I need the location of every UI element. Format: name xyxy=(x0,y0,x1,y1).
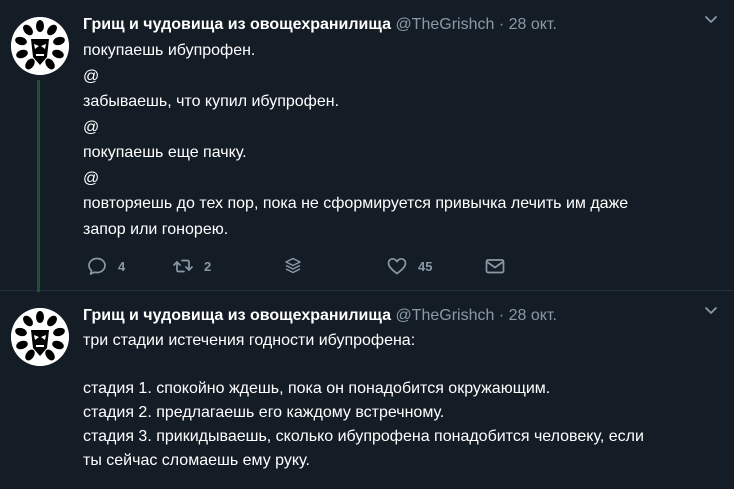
tweet-text-line: стадия 2. предлагаешь его каждому встреч… xyxy=(83,404,445,421)
tweet-text-line: покупаешь еще пачку. xyxy=(83,144,247,161)
thread-line xyxy=(37,80,40,292)
author-handle[interactable]: @TheGrishch xyxy=(395,16,494,33)
stack-icon xyxy=(282,255,304,277)
stack-button[interactable] xyxy=(282,255,304,277)
tweet-text-line: запор или гонорею. xyxy=(83,220,229,238)
tweet-text-line: повторяешь до тех пор, пока не сформируе… xyxy=(83,195,629,212)
tweet-header: Грищ и чудовища из овощехранилища @TheGr… xyxy=(83,305,557,327)
separator-dot: · xyxy=(498,307,505,324)
reply-button[interactable]: 4 xyxy=(86,255,125,277)
avatar-logo xyxy=(11,17,69,75)
tweet-text-line: @ xyxy=(83,118,100,136)
tweet-header: Грищ и чудовища из овощехранилища @TheGr… xyxy=(83,14,557,36)
tweet-text-line xyxy=(83,353,703,377)
tweet-text-line: стадия 3. прикидываешь, сколько ибупрофе… xyxy=(83,428,644,445)
tweet[interactable]: Грищ и чудовища из овощехранилища @TheGr… xyxy=(0,291,734,489)
chevron-down-icon[interactable] xyxy=(702,301,720,319)
tweet-text-line: покупаешь ибупрофен. xyxy=(83,42,256,59)
author-name[interactable]: Грищ и чудовища из овощехранилища xyxy=(83,307,391,324)
tweet-text: три стадии истечения годности ибупрофена… xyxy=(83,329,703,473)
like-count: 45 xyxy=(418,258,433,274)
avatar-logo xyxy=(11,308,69,366)
retweet-button[interactable]: 2 xyxy=(172,255,211,277)
tweet-text-line: @ xyxy=(83,169,100,187)
retweet-count: 2 xyxy=(204,258,212,274)
tweet-text-line: стадия 1. спокойно ждешь, пока он понадо… xyxy=(83,380,551,397)
tweet[interactable]: Грищ и чудовища из овощехранилища @TheGr… xyxy=(0,0,734,292)
author-handle[interactable]: @TheGrishch xyxy=(395,307,494,324)
tweet-text-line: забываешь, что купил ибупрофен. xyxy=(83,93,340,110)
heart-icon xyxy=(386,255,408,277)
tweet-actions: 4 2 45 xyxy=(86,255,526,277)
tweet-text-line: @ xyxy=(83,67,100,85)
envelope-icon xyxy=(484,255,506,277)
tweet-text: покупаешь ибупрофен. @ забываешь, что ку… xyxy=(83,38,703,242)
tweet-text-line: три стадии истечения годности ибупрофена… xyxy=(83,332,416,349)
tweet-text-line: ты сейчас сломаешь ему руку. xyxy=(83,452,310,469)
chevron-down-icon[interactable] xyxy=(702,10,720,28)
reply-count: 4 xyxy=(118,258,126,274)
tweet-date[interactable]: 28 окт. xyxy=(509,16,557,33)
avatar[interactable] xyxy=(11,17,69,75)
author-name[interactable]: Грищ и чудовища из овощехранилища xyxy=(83,16,391,33)
separator-dot: · xyxy=(498,16,505,33)
reply-icon xyxy=(86,255,108,277)
retweet-icon xyxy=(172,255,194,277)
direct-message-button[interactable] xyxy=(484,255,506,277)
like-button[interactable]: 45 xyxy=(386,255,432,277)
avatar[interactable] xyxy=(11,308,69,366)
tweet-date[interactable]: 28 окт. xyxy=(509,307,557,324)
